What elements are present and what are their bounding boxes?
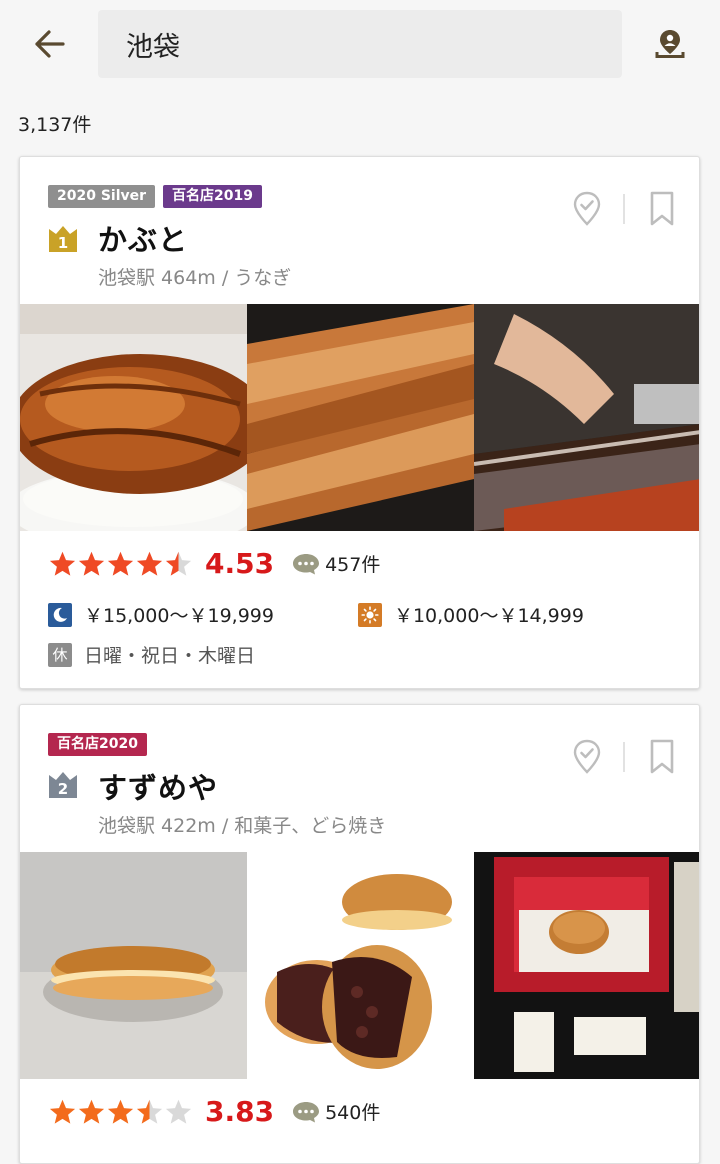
map-pin-person-icon <box>655 30 685 58</box>
food-photo[interactable] <box>247 304 474 531</box>
award-badge-hyakumeiten: 百名店2019 <box>163 185 263 208</box>
rank-crown-icon: 1 <box>49 226 77 252</box>
restaurant-card[interactable]: 百名店2020 2 すずめや 池袋駅 422m / 和菓子、どら焼き 3.83 … <box>19 704 700 1164</box>
rating-row: 4.53 457件 <box>48 547 380 580</box>
photo-strip[interactable] <box>20 852 699 1079</box>
restaurant-name[interactable]: かぶと <box>98 217 188 259</box>
divider <box>623 194 625 224</box>
award-badges: 2020 Silver 百名店2019 <box>48 185 263 208</box>
award-badge-silver: 2020 Silver <box>48 185 156 208</box>
star-icon <box>136 551 163 576</box>
bookmark-button[interactable] <box>647 737 677 777</box>
save-actions <box>569 737 677 777</box>
half-star-icon <box>165 551 192 576</box>
rating-row: 3.83 540件 <box>48 1095 380 1128</box>
star-icon <box>107 1099 134 1124</box>
moon-icon <box>48 602 72 627</box>
star-icon <box>107 551 134 576</box>
back-button[interactable] <box>26 24 72 64</box>
restaurant-location: 池袋駅 464m / うなぎ <box>98 267 292 289</box>
closed-days: 日曜・祝日・木曜日 <box>84 645 256 667</box>
food-photo[interactable] <box>247 852 474 1079</box>
arrow-left-icon <box>35 30 65 58</box>
price-row: ￥15,000～￥19,999 ￥10,000～￥14,999 <box>48 601 584 628</box>
rank-crown-icon: 2 <box>49 772 77 798</box>
result-count: 3,137件 <box>18 114 92 136</box>
map-button[interactable] <box>648 22 692 66</box>
food-photo[interactable] <box>20 852 247 1079</box>
award-badges: 百名店2020 <box>48 733 147 756</box>
empty-star-icon <box>165 1099 192 1124</box>
divider <box>623 742 625 772</box>
rating-score: 4.53 <box>205 547 275 580</box>
review-count[interactable]: 540件 <box>325 1098 380 1125</box>
lunch-price-text: ￥10,000～￥14,999 <box>393 605 584 627</box>
rank-number: 2 <box>58 780 68 798</box>
lunch-price: ￥10,000～￥14,999 <box>357 601 584 628</box>
visited-button[interactable] <box>569 737 605 777</box>
award-badge-hyakumeiten: 百名店2020 <box>48 733 147 756</box>
visited-check-icon <box>573 739 601 774</box>
star-rating <box>48 550 193 578</box>
sun-icon <box>357 602 382 627</box>
save-actions <box>569 189 677 229</box>
star-icon <box>78 1099 105 1124</box>
comment-icon <box>293 1101 320 1122</box>
food-photo[interactable] <box>474 304 699 531</box>
dinner-price: ￥15,000～￥19,999 <box>48 601 274 628</box>
rating-score: 3.83 <box>205 1095 275 1128</box>
restaurant-name[interactable]: すずめや <box>98 765 218 807</box>
closed-icon: 休 <box>48 642 72 667</box>
comment-icon <box>293 553 320 574</box>
food-photo[interactable] <box>20 304 247 531</box>
star-icon <box>78 551 105 576</box>
visited-check-icon <box>573 191 601 226</box>
search-input[interactable] <box>98 10 622 78</box>
star-rating <box>48 1098 193 1126</box>
review-count[interactable]: 457件 <box>325 550 380 577</box>
search-box[interactable] <box>98 10 622 78</box>
bookmark-button[interactable] <box>647 189 677 229</box>
restaurant-location: 池袋駅 422m / 和菓子、どら焼き <box>98 815 387 837</box>
food-photo[interactable] <box>474 852 699 1079</box>
dinner-price-text: ￥15,000～￥19,999 <box>84 605 274 627</box>
bookmark-icon <box>650 191 674 226</box>
star-icon <box>49 1099 76 1124</box>
star-icon <box>49 551 76 576</box>
half-star-icon <box>136 1099 163 1124</box>
rank-number: 1 <box>58 234 68 252</box>
closed-days-row: 休 日曜・祝日・木曜日 <box>48 641 255 668</box>
visited-button[interactable] <box>569 189 605 229</box>
top-bar <box>0 0 720 96</box>
photo-strip[interactable] <box>20 304 699 531</box>
bookmark-icon <box>650 739 674 774</box>
restaurant-card[interactable]: 2020 Silver 百名店2019 1 かぶと 池袋駅 464m / うなぎ <box>19 156 700 689</box>
